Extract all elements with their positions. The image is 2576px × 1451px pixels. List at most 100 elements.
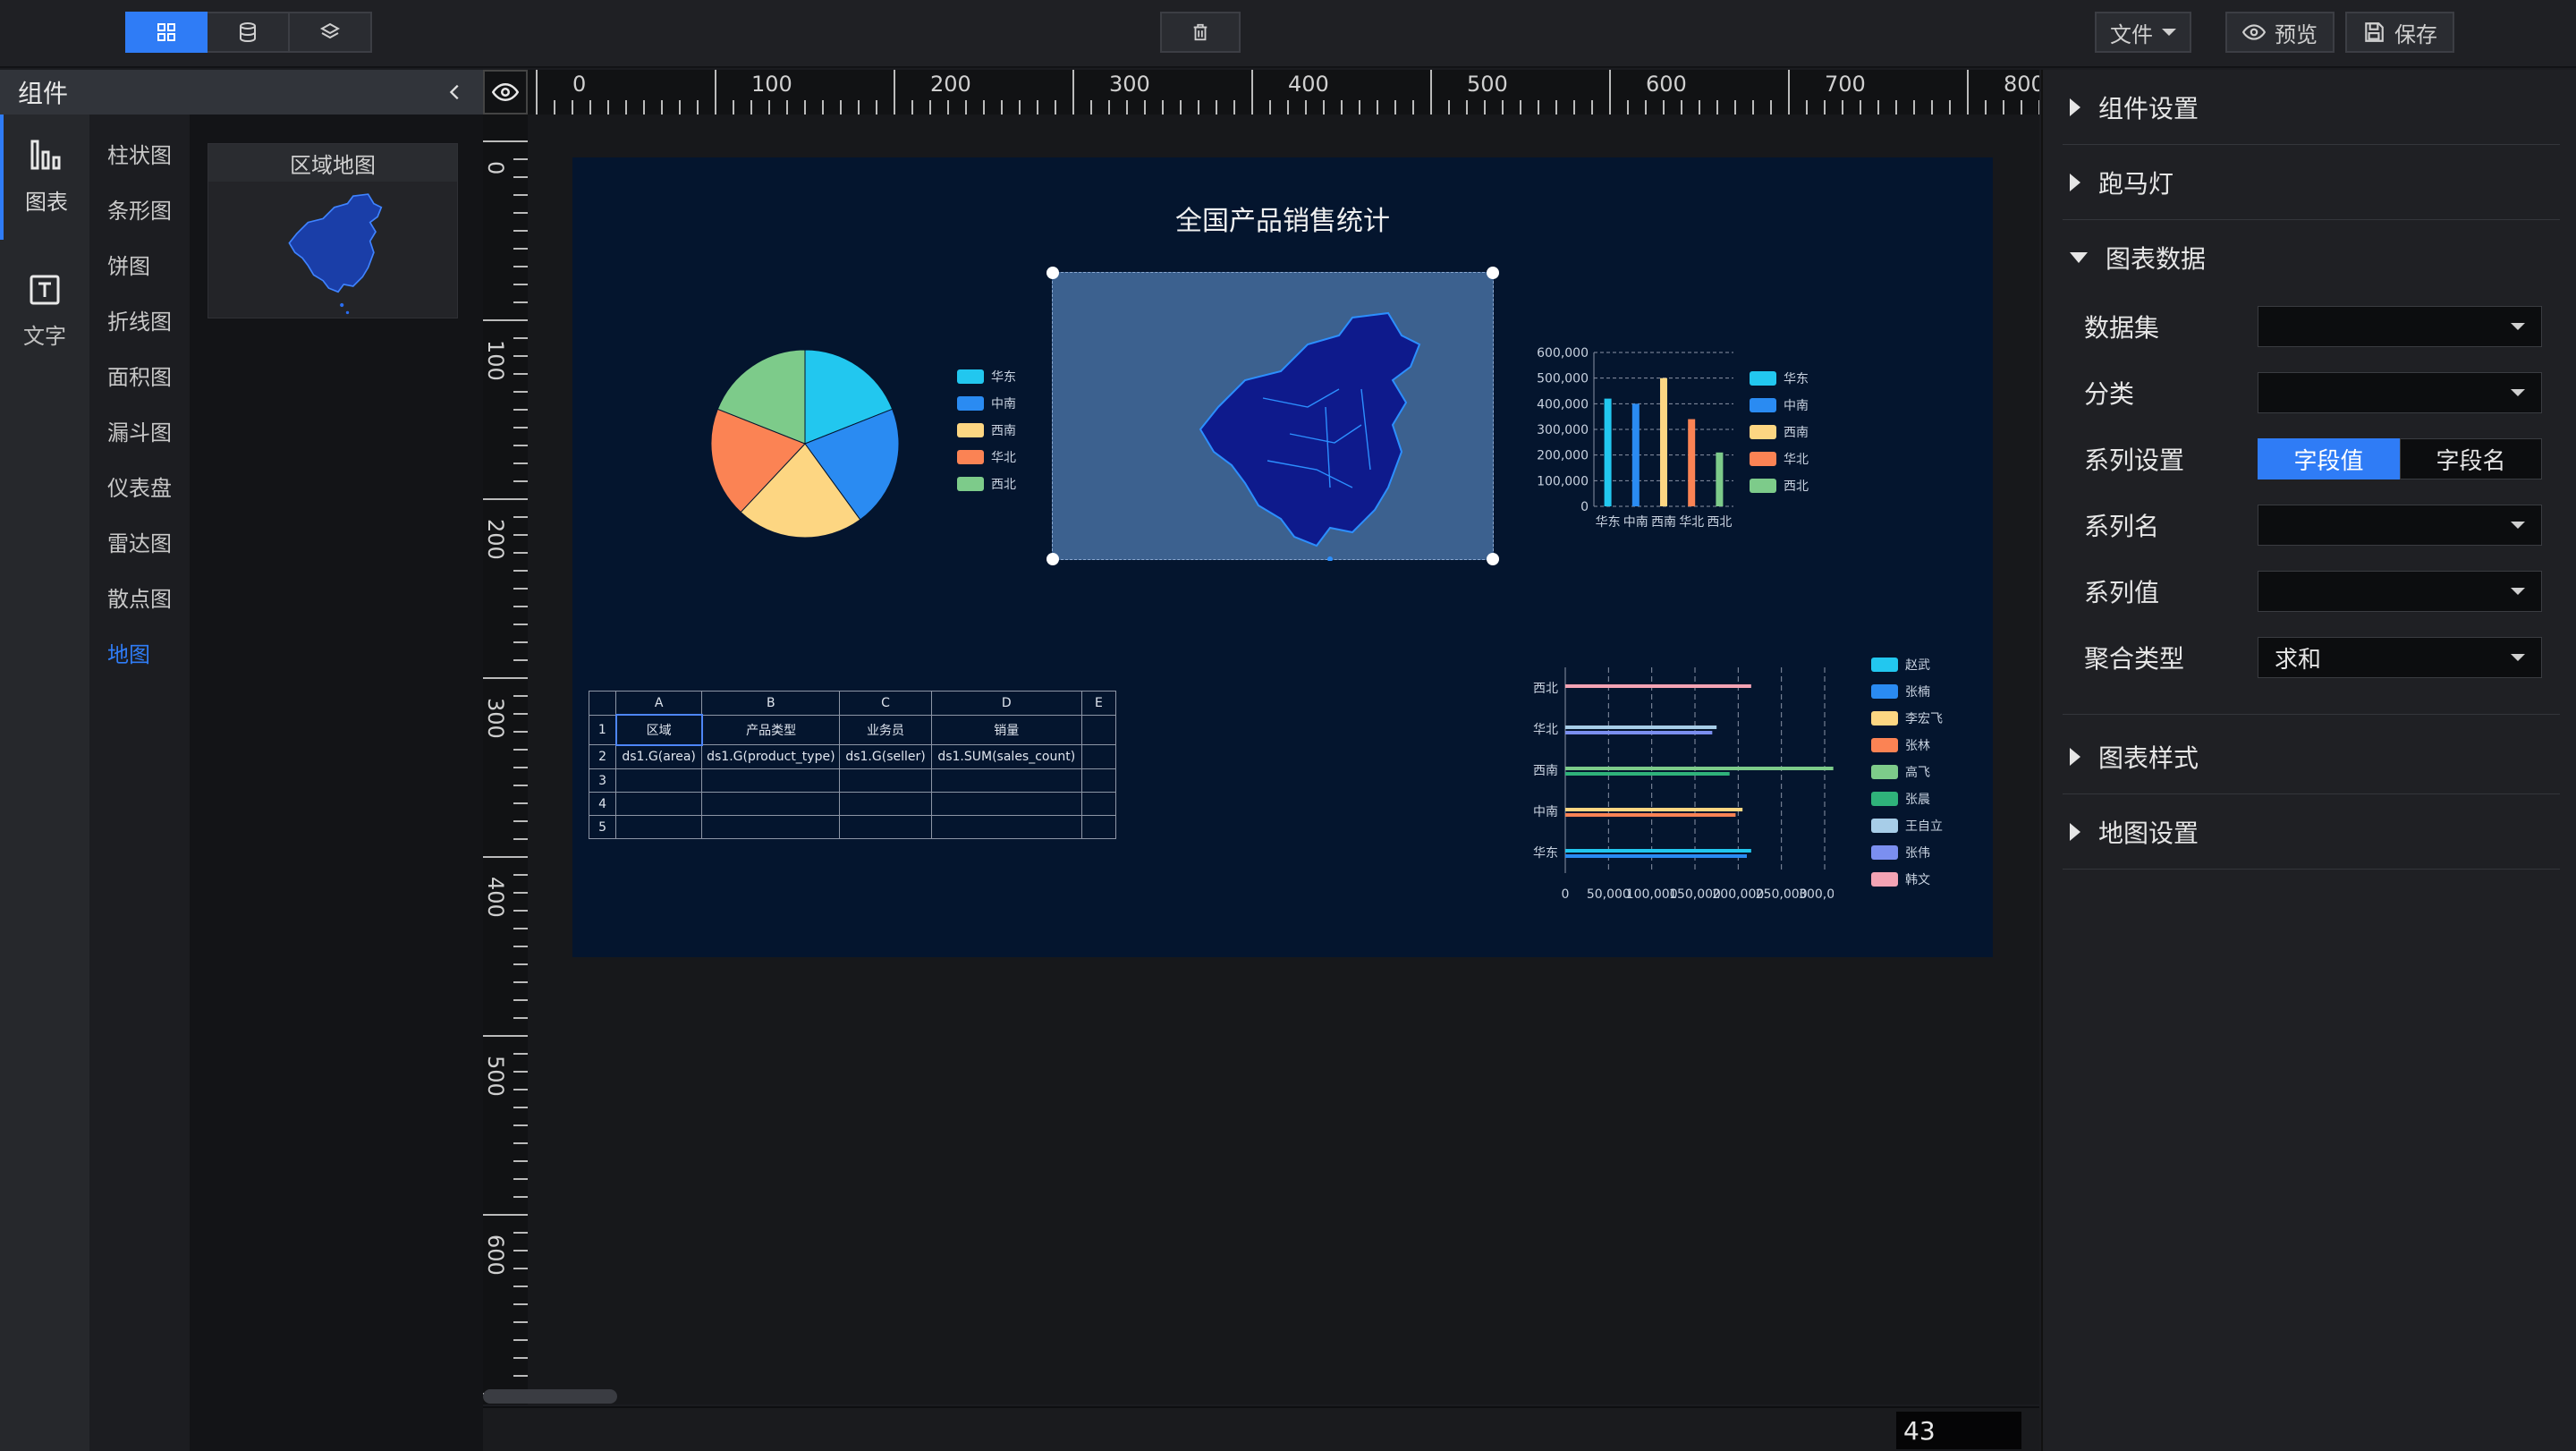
dataset-select[interactable] [2258, 306, 2542, 347]
sheet-cell[interactable] [1080, 744, 1117, 770]
sheet-cell[interactable] [839, 815, 932, 839]
field-name-option[interactable]: 字段名 [2400, 438, 2542, 479]
delete-button[interactable] [1160, 12, 1241, 53]
legend-item[interactable]: 张林 [1871, 732, 1943, 759]
sheet-cell[interactable] [701, 768, 841, 793]
report-sheet[interactable]: A B C D E 1 区域 产品类型 业务员 销量 2 ds1.G(area)… [588, 691, 1117, 839]
sheet-cell[interactable] [1080, 815, 1117, 839]
legend-item[interactable]: 王自立 [1871, 812, 1943, 839]
sheet-cell[interactable]: 销量 [930, 714, 1082, 746]
sheet-cell[interactable]: ds1.G(seller) [839, 744, 932, 770]
sheet-cell[interactable] [701, 815, 841, 839]
pie-chart[interactable] [698, 336, 912, 551]
sheet-cell[interactable] [930, 815, 1082, 839]
sheet-cell[interactable] [839, 792, 932, 817]
sheet-row-number[interactable]: 5 [588, 815, 617, 839]
save-button[interactable]: 保存 [2345, 12, 2454, 53]
legend-item[interactable]: 华北 [957, 444, 1016, 471]
legend-item[interactable]: 张晨 [1871, 785, 1943, 812]
legend-item[interactable]: 西北 [1750, 472, 1809, 499]
dashboard-board[interactable]: 全国产品销售统计 华东 中南 西南 华北 西北 0 100,000 200,00… [572, 157, 1993, 957]
legend-item[interactable]: 华北 [1750, 445, 1809, 472]
legend-item[interactable]: 李宏飞 [1871, 705, 1943, 732]
legend-item[interactable]: 韩文 [1871, 866, 1943, 893]
zoom-input[interactable]: 43 [1896, 1412, 2021, 1449]
field-value-option[interactable]: 字段值 [2258, 438, 2400, 479]
resize-handle[interactable] [1487, 553, 1499, 565]
legend-item[interactable]: 赵武 [1871, 651, 1943, 678]
category-area[interactable]: 面积图 [89, 347, 190, 403]
section-component-settings[interactable]: 组件设置 [2063, 70, 2560, 145]
selected-map-widget[interactable] [1046, 267, 1499, 598]
rail-item-chart[interactable]: 图表 [0, 115, 89, 240]
preview-button[interactable]: 预览 [2225, 12, 2334, 53]
sheet-cell[interactable] [930, 792, 1082, 817]
resize-handle[interactable] [1046, 267, 1059, 279]
sheet-row-number[interactable]: 4 [588, 792, 617, 817]
sheet-column-header[interactable]: C [839, 691, 932, 716]
legend-item[interactable]: 西南 [1750, 419, 1809, 445]
category-scatter[interactable]: 散点图 [89, 569, 190, 624]
sheet-cell[interactable] [1080, 714, 1117, 746]
resize-handle[interactable] [1487, 267, 1499, 279]
region-map-thumbnail[interactable]: 区域地图 [208, 143, 458, 324]
legend-item[interactable]: 中南 [1750, 392, 1809, 419]
series-value-select[interactable] [2258, 571, 2542, 612]
sheet-cell[interactable] [615, 792, 703, 817]
sheet-cell[interactable] [615, 815, 703, 839]
visibility-toggle[interactable] [483, 70, 528, 115]
category-funnel[interactable]: 漏斗图 [89, 403, 190, 458]
resize-handle[interactable] [1046, 553, 1059, 565]
sheet-cell[interactable]: 区域 [614, 714, 703, 746]
legend-item[interactable]: 张伟 [1871, 839, 1943, 866]
sheet-column-header[interactable]: B [701, 691, 841, 716]
sheet-cell[interactable] [615, 768, 703, 793]
sheet-cell[interactable]: ds1.SUM(sales_count) [930, 744, 1082, 770]
sheet-column-header[interactable]: A [615, 691, 703, 716]
database-mode-button[interactable] [208, 12, 290, 53]
sheet-cell[interactable] [1080, 792, 1117, 817]
layers-mode-button[interactable] [290, 12, 372, 53]
design-workspace[interactable]: 全国产品销售统计 华东 中南 西南 华北 西北 0 100,000 200,00… [528, 115, 2039, 1404]
category-map[interactable]: 地图 [89, 624, 190, 680]
legend-item[interactable]: 西南 [957, 417, 1016, 444]
sheet-cell[interactable] [839, 768, 932, 793]
sheet-column-header[interactable]: D [930, 691, 1082, 716]
board-title[interactable]: 全国产品销售统计 [572, 199, 1993, 238]
file-menu-button[interactable]: 文件 [2095, 12, 2191, 53]
section-chart-style[interactable]: 图表样式 [2063, 719, 2560, 794]
section-marquee[interactable]: 跑马灯 [2063, 145, 2560, 220]
horizontal-bar-chart[interactable]: 0 50,000100,000150,000200,000250,000300,0… [1521, 658, 1834, 927]
legend-item[interactable]: 华东 [1750, 365, 1809, 392]
sheet-cell[interactable]: ds1.G(product_type) [701, 744, 841, 770]
sheet-cell[interactable]: 产品类型 [701, 714, 841, 746]
section-chart-data[interactable]: 图表数据 [2063, 220, 2560, 295]
series-name-select[interactable] [2258, 505, 2542, 546]
components-mode-button[interactable] [125, 12, 208, 53]
sheet-column-header[interactable]: E [1080, 691, 1117, 716]
bar-chart[interactable]: 0 100,000 200,000 300,000 400,000 500,000 600,… [1530, 345, 1744, 578]
category-gauge[interactable]: 仪表盘 [89, 458, 190, 513]
rail-item-text[interactable]: 文字 [0, 249, 89, 374]
sheet-row-number[interactable]: 3 [588, 768, 617, 793]
horizontal-scrollbar[interactable] [483, 1389, 617, 1404]
sheet-row-number[interactable]: 2 [588, 744, 617, 770]
aggregate-select[interactable]: 求和 [2258, 637, 2542, 678]
sheet-cell[interactable]: ds1.G(area) [615, 744, 703, 770]
sheet-cell[interactable] [701, 792, 841, 817]
legend-item[interactable]: 高飞 [1871, 759, 1943, 785]
section-map-settings[interactable]: 地图设置 [2063, 794, 2560, 870]
category-line[interactable]: 折线图 [89, 292, 190, 347]
legend-item[interactable]: 华东 [957, 363, 1016, 390]
legend-item[interactable]: 张楠 [1871, 678, 1943, 705]
category-radar[interactable]: 雷达图 [89, 513, 190, 569]
category-bar[interactable]: 柱状图 [89, 125, 190, 181]
category-select[interactable] [2258, 372, 2542, 413]
sheet-cell[interactable]: 业务员 [839, 714, 932, 746]
sheet-row-number[interactable]: 1 [588, 714, 617, 746]
legend-item[interactable]: 中南 [957, 390, 1016, 417]
category-pie[interactable]: 饼图 [89, 236, 190, 292]
sheet-cell[interactable] [1080, 768, 1117, 793]
collapse-chevron-icon[interactable] [445, 82, 465, 102]
legend-item[interactable]: 西北 [957, 471, 1016, 497]
